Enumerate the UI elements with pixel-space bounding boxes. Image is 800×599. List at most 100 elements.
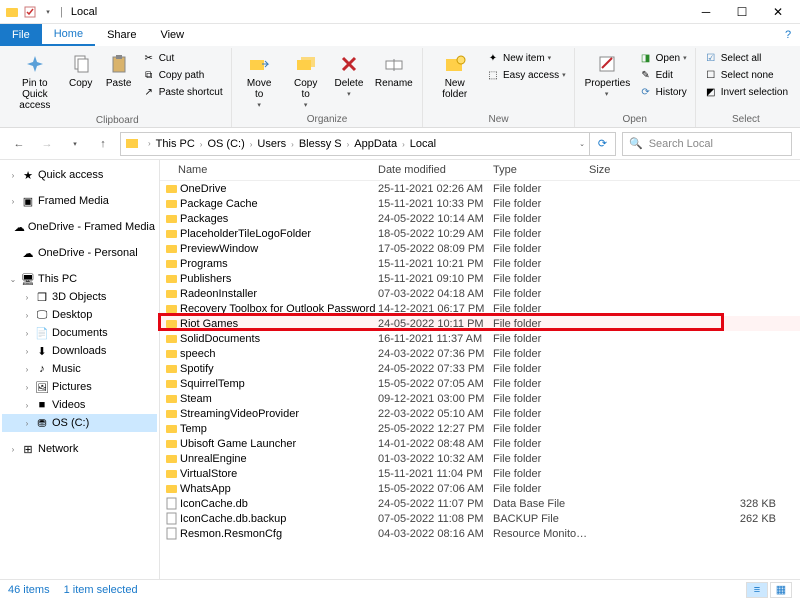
file-list[interactable]: OneDrive25-11-2021 02:26 AMFile folderPa…	[160, 181, 800, 541]
file-row[interactable]: PreviewWindow17-05-2022 08:09 PMFile fol…	[160, 241, 800, 256]
tree-item[interactable]: ›⬇Downloads	[2, 342, 157, 360]
new-folder-button[interactable]: New folder	[429, 50, 480, 102]
breadcrumb-segment[interactable]: Blessy S	[297, 138, 344, 150]
copy-to-button[interactable]: Copy to▾	[285, 50, 327, 112]
chevron-icon[interactable]: ›	[22, 365, 32, 374]
tree-item[interactable]: ›❒3D Objects	[2, 288, 157, 306]
tree-item[interactable]: ›★Quick access	[2, 166, 157, 184]
col-date[interactable]: Date modified	[378, 164, 493, 176]
file-row[interactable]: Publishers15-11-2021 09:10 PMFile folder	[160, 271, 800, 286]
edit-button[interactable]: ✎Edit	[637, 67, 689, 83]
chevron-icon[interactable]: ›	[22, 383, 32, 392]
column-headers[interactable]: Name Date modified Type Size	[160, 160, 800, 181]
copy-path-button[interactable]: ⧉Copy path	[140, 67, 225, 83]
copy-button[interactable]: Copy	[64, 50, 98, 91]
file-row[interactable]: Programs15-11-2021 10:21 PMFile folder	[160, 256, 800, 271]
pin-to-quick-access-button[interactable]: Pin to Quick access	[10, 50, 60, 113]
close-button[interactable]: ✕	[760, 0, 796, 24]
chevron-icon[interactable]: ›	[8, 197, 18, 206]
file-row[interactable]: Spotify24-05-2022 07:33 PMFile folder	[160, 361, 800, 376]
breadcrumb-segment[interactable]: This PC	[154, 138, 197, 150]
chevron-icon[interactable]: ›	[8, 445, 18, 454]
chevron-icon[interactable]: ›	[22, 401, 32, 410]
open-button[interactable]: ◨Open ▾	[637, 50, 689, 66]
select-all-button[interactable]: ☑Select all	[702, 50, 790, 66]
tab-home[interactable]: Home	[42, 24, 95, 46]
chevron-icon[interactable]: ›	[8, 171, 18, 180]
file-row[interactable]: SquirrelTemp15-05-2022 07:05 AMFile fold…	[160, 376, 800, 391]
breadcrumb-segment[interactable]: Users	[255, 138, 288, 150]
rename-button[interactable]: Rename	[371, 50, 416, 91]
history-button[interactable]: ⟳History	[637, 84, 689, 100]
file-row[interactable]: RadeonInstaller07-03-2022 04:18 AMFile f…	[160, 286, 800, 301]
chevron-icon[interactable]: ›	[22, 293, 32, 302]
file-row[interactable]: IconCache.db.backup07-05-2022 11:08 PMBA…	[160, 511, 800, 526]
qat-check-icon[interactable]	[22, 4, 38, 20]
nav-history-dropdown[interactable]: ▾	[64, 133, 86, 155]
tree-item[interactable]: ›■Videos	[2, 396, 157, 414]
nav-back-button[interactable]: ←	[8, 133, 30, 155]
qat-dropdown-icon[interactable]: ▾	[40, 4, 56, 20]
help-button[interactable]: ?	[776, 24, 800, 46]
nav-up-button[interactable]: ↑	[92, 133, 114, 155]
file-row[interactable]: speech24-03-2022 07:36 PMFile folder	[160, 346, 800, 361]
invert-selection-button[interactable]: ◩Invert selection	[702, 84, 790, 100]
file-row[interactable]: Packages24-05-2022 10:14 AMFile folder	[160, 211, 800, 226]
nav-tree[interactable]: ›★Quick access ›▣Framed Media ☁OneDrive - …	[0, 160, 160, 579]
chevron-icon[interactable]: ›	[22, 311, 32, 320]
breadcrumb-segment[interactable]: OS (C:)	[205, 138, 246, 150]
new-item-button[interactable]: ✦New item ▾	[484, 50, 568, 66]
tab-file[interactable]: File	[0, 24, 42, 46]
search-box[interactable]: 🔍 Search Local	[622, 132, 792, 156]
file-row[interactable]: Temp25-05-2022 12:27 PMFile folder	[160, 421, 800, 436]
minimize-button[interactable]: ─	[688, 0, 724, 24]
refresh-button[interactable]: ⟳	[590, 132, 616, 156]
tree-item[interactable]: ›⊞Network	[2, 440, 157, 458]
file-row[interactable]: WhatsApp15-05-2022 07:06 AMFile folder	[160, 481, 800, 496]
breadcrumb-segment[interactable]: AppData	[352, 138, 399, 150]
view-large-icons-button[interactable]: ▦	[770, 582, 792, 598]
chevron-icon[interactable]: ›	[22, 347, 32, 356]
tab-view[interactable]: View	[148, 24, 196, 46]
move-to-button[interactable]: Move to▾	[238, 50, 281, 112]
view-details-button[interactable]: ≡	[746, 582, 768, 598]
tab-share[interactable]: Share	[95, 24, 148, 46]
chevron-icon[interactable]: ⌄	[8, 275, 18, 284]
file-row[interactable]: Steam09-12-2021 03:00 PMFile folder	[160, 391, 800, 406]
file-row[interactable]: PlaceholderTileLogoFolder18-05-2022 10:2…	[160, 226, 800, 241]
file-row[interactable]: UnrealEngine01-03-2022 10:32 AMFile fold…	[160, 451, 800, 466]
cut-button[interactable]: ✂Cut	[140, 50, 225, 66]
file-row[interactable]: SolidDocuments16-11-2021 11:37 AMFile fo…	[160, 331, 800, 346]
select-none-button[interactable]: ☐Select none	[702, 67, 790, 83]
paste-button[interactable]: Paste	[102, 50, 136, 91]
tree-item[interactable]: ›▣Framed Media	[2, 192, 157, 210]
tree-item[interactable]: ›⛃OS (C:)	[2, 414, 157, 432]
chevron-icon[interactable]: ›	[22, 419, 32, 428]
breadcrumb-segment[interactable]: Local	[408, 138, 438, 150]
address-dropdown-icon[interactable]: ⌄	[579, 140, 585, 148]
file-row[interactable]: VirtualStore15-11-2021 11:04 PMFile fold…	[160, 466, 800, 481]
file-row[interactable]: Riot Games24-05-2022 10:11 PMFile folder	[160, 316, 800, 331]
tree-item[interactable]: ☁OneDrive - Framed Media	[2, 218, 157, 236]
delete-button[interactable]: Delete▾	[331, 50, 368, 101]
file-row[interactable]: Package Cache15-11-2021 10:33 PMFile fol…	[160, 196, 800, 211]
file-row[interactable]: IconCache.db24-05-2022 11:07 PMData Base…	[160, 496, 800, 511]
col-type[interactable]: Type	[493, 164, 589, 176]
tree-item[interactable]: ›📄Documents	[2, 324, 157, 342]
file-row[interactable]: Ubisoft Game Launcher14-01-2022 08:48 AM…	[160, 436, 800, 451]
file-row[interactable]: OneDrive25-11-2021 02:26 AMFile folder	[160, 181, 800, 196]
tree-item[interactable]: ›♪Music	[2, 360, 157, 378]
tree-item[interactable]: ›🖼Pictures	[2, 378, 157, 396]
col-name[interactable]: Name	[178, 164, 378, 176]
file-row[interactable]: StreamingVideoProvider22-03-2022 05:10 A…	[160, 406, 800, 421]
file-row[interactable]: Resmon.ResmonCfg04-03-2022 08:16 AMResou…	[160, 526, 800, 541]
col-size[interactable]: Size	[589, 164, 800, 176]
paste-shortcut-button[interactable]: ↗Paste shortcut	[140, 84, 225, 100]
easy-access-button[interactable]: ⬚Easy access ▾	[484, 67, 568, 83]
nav-forward-button[interactable]: →	[36, 133, 58, 155]
address-bar[interactable]: › This PC›OS (C:)›Users›Blessy S›AppData…	[120, 132, 590, 156]
file-row[interactable]: Recovery Toolbox for Outlook Password14-…	[160, 301, 800, 316]
tree-item[interactable]: ☁OneDrive - Personal	[2, 244, 157, 262]
maximize-button[interactable]: ☐	[724, 0, 760, 24]
tree-item[interactable]: ⌄🖥This PC	[2, 270, 157, 288]
